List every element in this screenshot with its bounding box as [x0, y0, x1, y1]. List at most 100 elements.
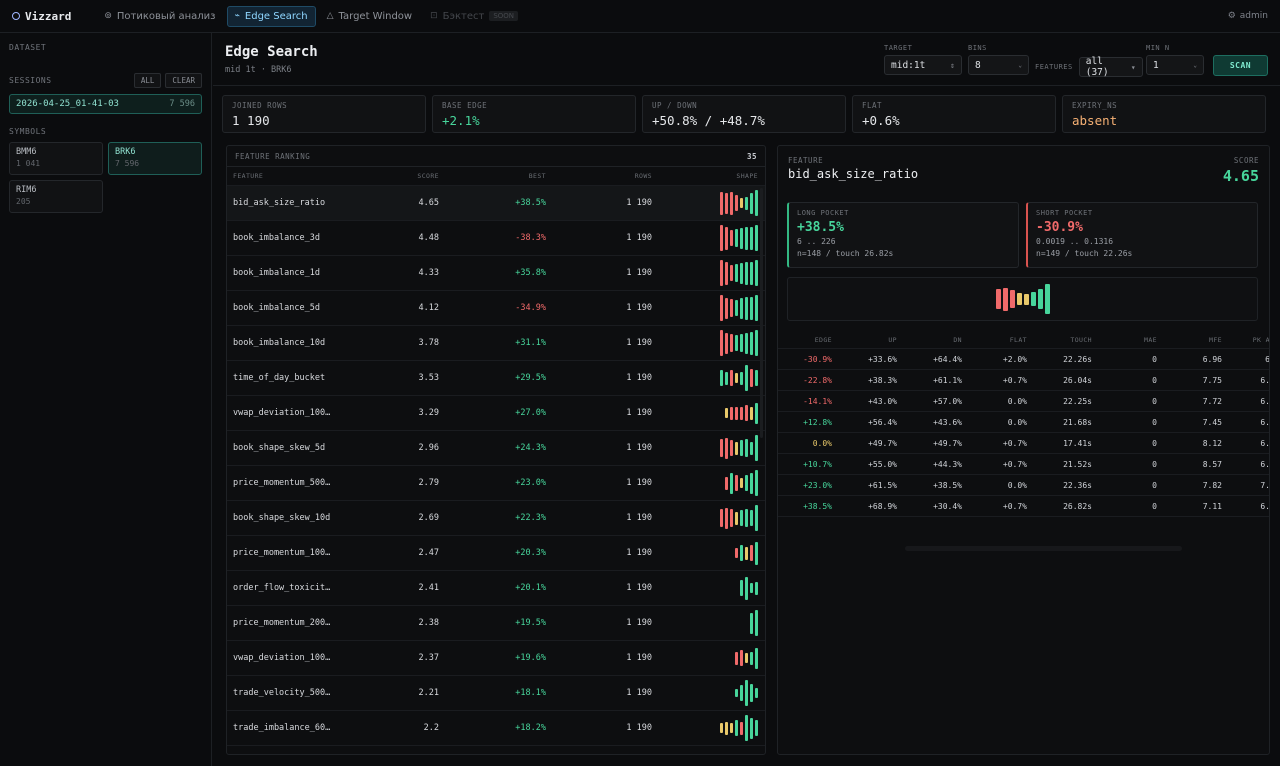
shape-bar [745, 332, 748, 354]
col-mae[interactable]: MAE [1092, 336, 1157, 344]
nav-item-3[interactable]: ⊡ Бэктест SOON [423, 7, 525, 26]
col-pk-a[interactable]: PK A [1222, 336, 1269, 344]
ranking-title: FEATURE RANKING [235, 151, 311, 161]
all-button[interactable]: ALL [133, 73, 162, 88]
col-up[interactable]: UP [832, 336, 897, 344]
bin-mfe: 7.45 [1202, 417, 1222, 427]
stat-value: 1 190 [232, 113, 270, 128]
col-flat[interactable]: FLAT [962, 336, 1027, 344]
bins-input[interactable]: 8 ⌄ [968, 55, 1029, 75]
symbols-label: SYMBOLS [9, 127, 47, 136]
shape-bar [745, 546, 748, 560]
shape-sparkbars [652, 431, 758, 465]
top-bar: Vizzard ⊚ Потиковый анализ ⌁ Edge Search △ Ta… [0, 0, 1280, 33]
feature-best: +18.1% [515, 688, 546, 698]
bin-row[interactable]: +12.8% +56.4% +43.6% 0.0% 21.68s 0 7.45 6. [778, 412, 1269, 433]
bin-row[interactable]: +38.5% +68.9% +30.4% +0.7% 26.82s 0 7.11 6. [778, 496, 1269, 517]
col-score[interactable]: SCORE [353, 172, 439, 180]
feature-score: 2.37 [418, 653, 439, 663]
clear-button[interactable]: CLEAR [165, 73, 202, 88]
feature-rows: 1 190 [626, 618, 652, 628]
table-row[interactable]: book_imbalance_1d 4.33 +35.8% 1 190 [227, 256, 765, 291]
scan-button[interactable]: SCAN [1213, 55, 1268, 76]
minn-input[interactable]: 1 ⌄ [1146, 55, 1204, 75]
table-row[interactable]: trade_velocity_500… 2.21 +18.1% 1 190 [227, 676, 765, 711]
table-row[interactable]: book_shape_skew_10d 2.69 +22.3% 1 190 [227, 501, 765, 536]
stat-card: BASE EDGE +2.1% [432, 95, 636, 133]
bin-row[interactable]: -14.1% +43.0% +57.0% 0.0% 22.25s 0 7.72 6. [778, 391, 1269, 412]
session-name: 2026-04-25_01-41-03 [16, 99, 119, 109]
col-feature[interactable]: FEATURE [233, 172, 353, 180]
ranking-scrollbar[interactable] [760, 188, 763, 438]
bin-touch: 22.25s [1063, 396, 1092, 406]
bin-mae: 0 [1152, 375, 1157, 385]
nav-icon: ⌁ [234, 11, 240, 21]
session-item[interactable]: 2026-04-25_01-41-03 7 596 [9, 94, 202, 114]
symbol-card[interactable]: BRK6 7 596 [108, 142, 202, 175]
col-touch[interactable]: TOUCH [1027, 336, 1092, 344]
symbol-card[interactable]: BMM6 1 041 [9, 142, 103, 175]
bin-row[interactable]: -30.9% +33.6% +64.4% +2.0% 22.26s 0 6.96 6 [778, 349, 1269, 370]
table-row[interactable]: vwap_deviation_100… 3.29 +27.0% 1 190 [227, 396, 765, 431]
feature-best: +20.1% [515, 583, 546, 593]
feature-rows: 1 190 [626, 653, 652, 663]
col-mfe[interactable]: MFE [1157, 336, 1222, 344]
nav-item-1[interactable]: ⌁ Edge Search [226, 5, 316, 27]
table-row[interactable]: vwap_deviation_100… 2.37 +19.6% 1 190 [227, 641, 765, 676]
feature-score: 3.53 [418, 373, 439, 383]
table-row[interactable]: price_momentum_200… 2.38 +19.5% 1 190 [227, 606, 765, 641]
table-row[interactable]: book_imbalance_5d 4.12 -34.9% 1 190 [227, 291, 765, 326]
shape-bar [725, 192, 728, 214]
shape-bar [725, 507, 728, 529]
target-select[interactable]: mid:1t ⇕ [884, 55, 962, 75]
symbol-card[interactable]: RIM6 205 [9, 180, 103, 213]
shape-bar [730, 265, 733, 281]
shape-bar [745, 296, 748, 320]
shape-bar [735, 373, 738, 383]
shape-bar [750, 331, 753, 355]
shape-bar [730, 472, 733, 494]
table-row[interactable]: price_momentum_500… 2.79 +23.0% 1 190 [227, 466, 765, 501]
feature-score: 4.12 [418, 303, 439, 313]
shape-bar [755, 190, 758, 216]
feature-name: bid_ask_size_ratio [233, 198, 326, 208]
table-row[interactable]: order_flow_toxicit… 2.41 +20.1% 1 190 [227, 571, 765, 606]
table-row[interactable]: time_of_day_bucket 3.53 +29.5% 1 190 [227, 361, 765, 396]
user-menu[interactable]: ⚙ admin [1228, 11, 1268, 21]
feature-best: -38.3% [515, 233, 546, 243]
table-row[interactable]: bid_ask_size_ratio 4.65 +38.5% 1 190 [227, 186, 765, 221]
table-row[interactable]: book_imbalance_10d 3.78 +31.1% 1 190 [227, 326, 765, 361]
main-panel: Edge Search mid 1t · BRK6 TARGET mid:1t … [213, 33, 1280, 766]
bin-row[interactable]: +23.0% +61.5% +38.5% 0.0% 22.36s 0 7.82 7. [778, 475, 1269, 496]
short-pocket-card: SHORT POCKET -30.9% 0.0019 .. 0.1316 n=1… [1026, 202, 1258, 268]
col-rows[interactable]: ROWS [546, 172, 652, 180]
feature-name: trade_imbalance_60… [233, 723, 331, 733]
col-best[interactable]: BEST [439, 172, 546, 180]
table-row[interactable]: book_imbalance_3d 4.48 -38.3% 1 190 [227, 221, 765, 256]
table-row[interactable]: trade_imbalance_60… 2.2 +18.2% 1 190 [227, 711, 765, 746]
col-edge[interactable]: EDGE [778, 336, 832, 344]
nav-item-label: Бэктест [442, 10, 485, 22]
bin-row[interactable]: 0.0% +49.7% +49.7% +0.7% 17.41s 0 8.12 6. [778, 433, 1269, 454]
table-row[interactable]: book_shape_skew_5d 2.96 +24.3% 1 190 [227, 431, 765, 466]
col-dn[interactable]: DN [897, 336, 962, 344]
bin-up: +38.3% [868, 375, 897, 385]
shape-bar [740, 545, 743, 561]
shape-bar [745, 715, 748, 741]
bins-table-scrollbar[interactable] [905, 546, 1182, 551]
brand-logo[interactable]: Vizzard [12, 10, 71, 23]
feature-name: vwap_deviation_100… [233, 653, 331, 663]
nav-item-2[interactable]: △ Target Window [320, 7, 419, 26]
shape-bar [745, 475, 748, 491]
bin-touch: 26.04s [1063, 375, 1092, 385]
shape-bar [730, 191, 733, 215]
table-row[interactable]: price_momentum_100… 2.47 +20.3% 1 190 [227, 536, 765, 571]
bin-row[interactable]: +10.7% +55.0% +44.3% +0.7% 21.52s 0 8.57 6. [778, 454, 1269, 475]
bin-mae: 0 [1152, 501, 1157, 511]
shape-bar [750, 545, 753, 561]
bin-row[interactable]: -22.8% +38.3% +61.1% +0.7% 26.04s 0 7.75 6. [778, 370, 1269, 391]
nav-icon: △ [326, 11, 334, 21]
feature-best: +29.5% [515, 373, 546, 383]
features-select[interactable]: all (37) ▾ [1078, 56, 1143, 78]
nav-item-0[interactable]: ⊚ Потиковый анализ [97, 7, 222, 26]
